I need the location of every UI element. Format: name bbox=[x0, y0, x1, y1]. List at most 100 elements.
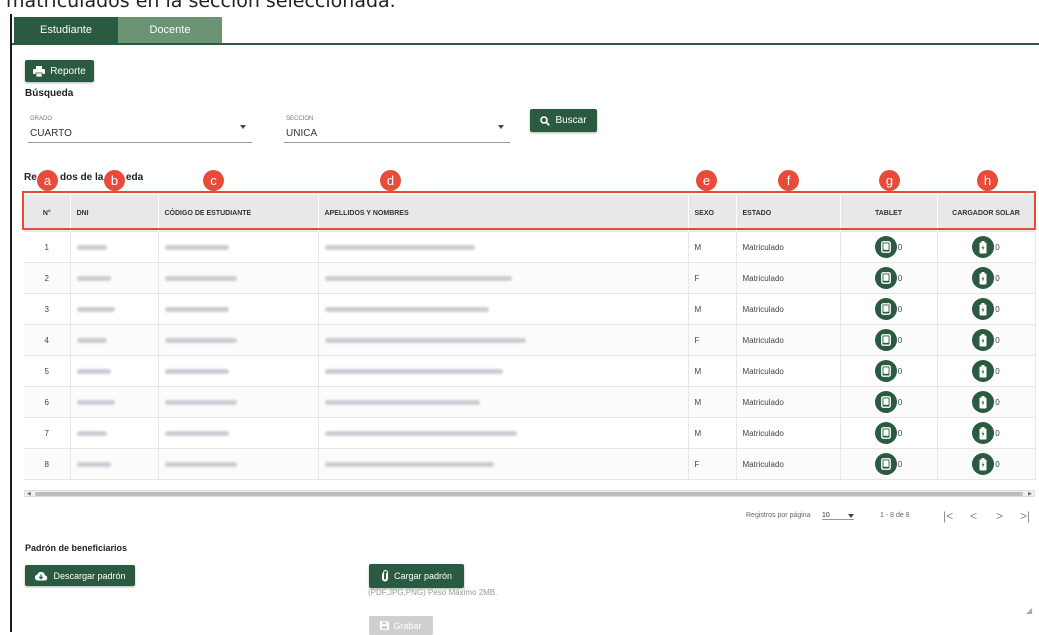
padron-section-title: Padrón de beneficiarios bbox=[25, 543, 128, 553]
scroll-right-icon[interactable]: ▶ bbox=[1028, 492, 1032, 497]
header-sexo: SEXO bbox=[688, 195, 737, 232]
cell-tablet: 0 bbox=[840, 417, 938, 449]
last-page-icon[interactable]: >| bbox=[1020, 509, 1030, 523]
annotation-badge-d: d bbox=[380, 170, 401, 191]
battery-charging-icon[interactable] bbox=[972, 453, 995, 475]
cell-n: 5 bbox=[24, 355, 71, 387]
chevron-down-icon bbox=[498, 125, 504, 129]
chevron-down-icon[interactable] bbox=[848, 514, 854, 518]
next-page-icon[interactable]: > bbox=[996, 509, 1003, 523]
cell-dni-redacted bbox=[70, 386, 159, 418]
header-dni: DNI bbox=[70, 195, 159, 232]
tablet-icon[interactable] bbox=[874, 236, 897, 258]
table-horizontal-scrollbar[interactable]: ◀ ▶ bbox=[24, 490, 1035, 497]
tablet-icon[interactable] bbox=[874, 329, 897, 351]
tablet-icon[interactable] bbox=[874, 453, 897, 475]
cell-dni-redacted bbox=[70, 355, 159, 387]
battery-charging-icon[interactable] bbox=[972, 329, 995, 351]
first-page-icon[interactable]: |< bbox=[943, 509, 953, 523]
cargador-count: 0 bbox=[995, 428, 1000, 438]
results-title-part3: eda bbox=[126, 172, 144, 183]
battery-charging-icon[interactable] bbox=[972, 298, 995, 320]
tablet-count: 0 bbox=[897, 397, 903, 407]
table-row: 5 M Matriculado 0 0 bbox=[24, 355, 1036, 387]
cargador-count: 0 bbox=[995, 242, 1000, 252]
per-page-label: Registros por página bbox=[746, 512, 811, 519]
cell-tablet: 0 bbox=[840, 262, 938, 294]
table-row: 1 M Matriculado 0 0 bbox=[24, 232, 1036, 263]
cargador-count: 0 bbox=[995, 397, 1000, 407]
seccion-select[interactable]: SECCION UNICA bbox=[284, 112, 510, 143]
tab-estudiante[interactable]: Estudiante bbox=[14, 17, 118, 43]
battery-charging-icon[interactable] bbox=[972, 267, 995, 289]
cell-n: 8 bbox=[24, 448, 71, 480]
cell-sexo: M bbox=[688, 417, 737, 449]
results-title-part1: Re bbox=[24, 172, 37, 183]
resize-handle-icon[interactable]: ◢ bbox=[1026, 606, 1032, 615]
header-codigo: CÓDIGO DE ESTUDIANTE bbox=[158, 195, 319, 232]
cell-n: 3 bbox=[24, 293, 71, 325]
upload-padron-button[interactable]: Cargar padrón bbox=[369, 564, 464, 588]
search-button[interactable]: Buscar bbox=[530, 109, 597, 132]
cell-nombres-redacted bbox=[318, 386, 689, 418]
cell-codigo-redacted bbox=[158, 262, 319, 294]
battery-charging-icon[interactable] bbox=[972, 391, 995, 413]
scroll-left-icon[interactable]: ◀ bbox=[27, 492, 31, 497]
battery-charging-icon[interactable] bbox=[972, 360, 995, 382]
cell-dni-redacted bbox=[70, 417, 159, 449]
cargador-count: 0 bbox=[995, 304, 1000, 314]
cell-cargador: 0 bbox=[937, 232, 1036, 263]
download-padron-button[interactable]: Descargar padrón bbox=[25, 565, 135, 586]
table-row: 8 F Matriculado 0 0 bbox=[24, 448, 1036, 480]
table-row: 2 F Matriculado 0 0 bbox=[24, 262, 1036, 294]
cell-estado: Matriculado bbox=[736, 293, 841, 325]
cell-cargador: 0 bbox=[937, 386, 1036, 418]
page-caption: matriculados en la sección seleccionada. bbox=[6, 0, 396, 12]
previous-page-icon[interactable]: < bbox=[970, 509, 977, 523]
tablet-count: 0 bbox=[897, 459, 903, 469]
cell-codigo-redacted bbox=[158, 355, 319, 387]
cell-cargador: 0 bbox=[937, 355, 1036, 387]
tablet-icon[interactable] bbox=[874, 360, 897, 382]
battery-charging-icon[interactable] bbox=[972, 236, 995, 258]
table-row: 3 M Matriculado 0 0 bbox=[24, 293, 1036, 325]
battery-charging-icon[interactable] bbox=[972, 422, 995, 444]
page-range: 1 - 8 de 8 bbox=[880, 512, 910, 519]
annotation-badge-h: h bbox=[977, 170, 998, 191]
table-row: 7 M Matriculado 0 0 bbox=[24, 417, 1036, 449]
cell-dni-redacted bbox=[70, 324, 159, 356]
cell-cargador: 0 bbox=[937, 262, 1036, 294]
tablet-icon[interactable] bbox=[874, 391, 897, 413]
report-button[interactable]: Reporte bbox=[25, 60, 94, 82]
cell-sexo: F bbox=[688, 262, 737, 294]
save-icon bbox=[380, 621, 390, 630]
tablet-icon[interactable] bbox=[874, 422, 897, 444]
tablet-icon[interactable] bbox=[874, 267, 897, 289]
results-table: N° DNI CÓDIGO DE ESTUDIANTE APELLIDOS Y … bbox=[24, 195, 1036, 480]
cell-tablet: 0 bbox=[840, 324, 938, 356]
table-row: 6 M Matriculado 0 0 bbox=[24, 386, 1036, 418]
cell-tablet: 0 bbox=[840, 232, 938, 263]
tablet-count: 0 bbox=[897, 273, 903, 283]
cell-estado: Matriculado bbox=[736, 324, 841, 356]
header-estado: ESTADO bbox=[736, 195, 841, 232]
paperclip-icon bbox=[381, 570, 389, 582]
tab-docente[interactable]: Docente bbox=[118, 17, 222, 43]
annotation-badge-f: f bbox=[778, 170, 799, 191]
tablet-icon[interactable] bbox=[874, 298, 897, 320]
scrollbar-thumb[interactable] bbox=[35, 492, 1023, 496]
cell-cargador: 0 bbox=[937, 324, 1036, 356]
cell-n: 2 bbox=[24, 262, 71, 294]
cell-codigo-redacted bbox=[158, 232, 319, 263]
cell-nombres-redacted bbox=[318, 293, 689, 325]
header-cargador: CARGADOR SOLAR bbox=[937, 195, 1036, 232]
cell-dni-redacted bbox=[70, 262, 159, 294]
cargador-count: 0 bbox=[995, 273, 1000, 283]
save-button[interactable]: Grabar bbox=[369, 616, 433, 635]
seccion-select-label: SECCION bbox=[286, 116, 314, 122]
cell-n: 1 bbox=[24, 232, 71, 263]
cell-cargador: 0 bbox=[937, 448, 1036, 480]
search-button-label: Buscar bbox=[555, 115, 587, 126]
cell-codigo-redacted bbox=[158, 293, 319, 325]
grado-select[interactable]: GRADO CUARTO bbox=[28, 112, 252, 143]
